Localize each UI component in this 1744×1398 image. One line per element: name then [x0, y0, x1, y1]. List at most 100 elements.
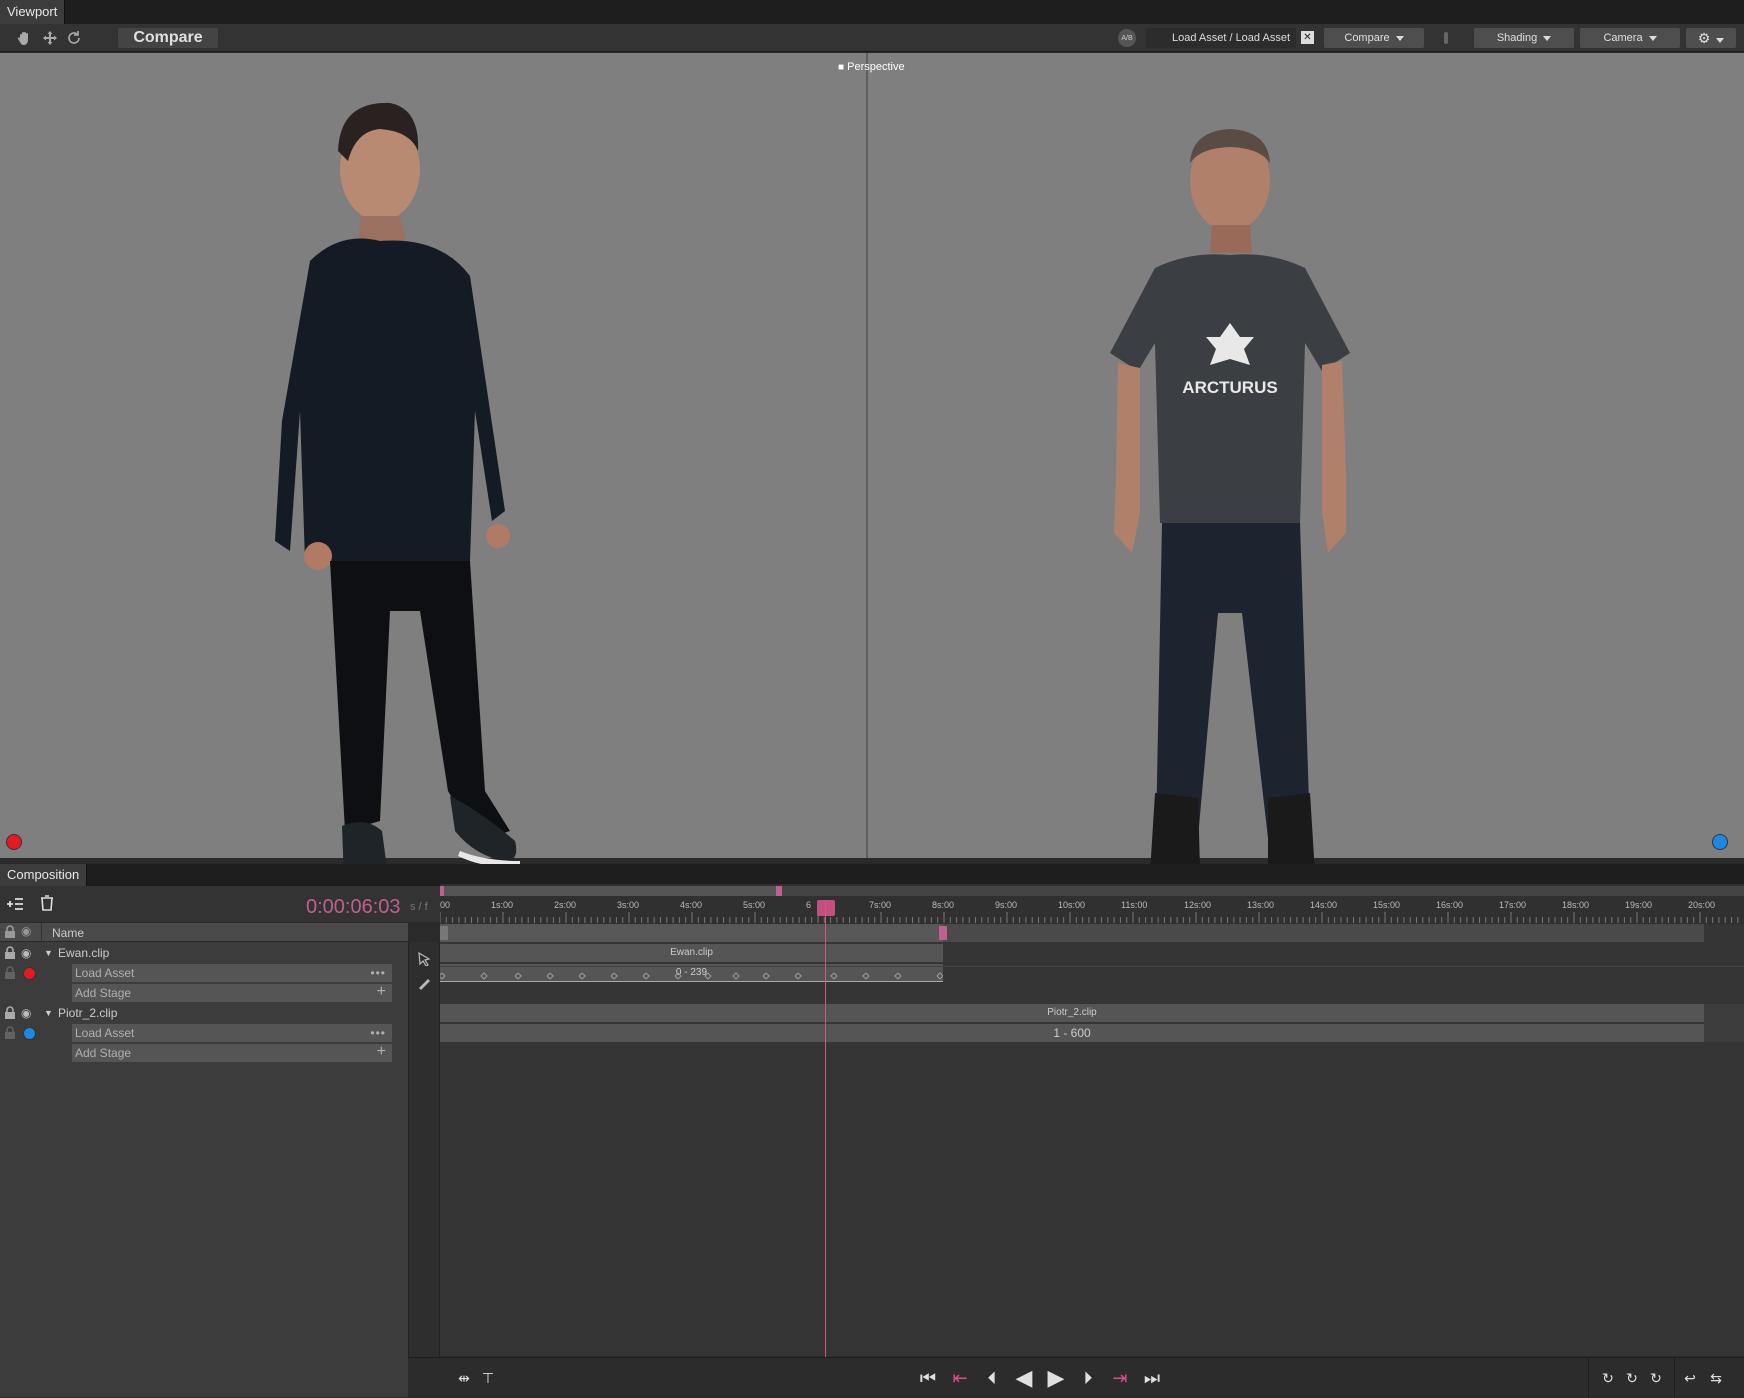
stage-label: Load Asset — [75, 966, 135, 980]
keyframe-marker — [610, 972, 618, 980]
ruler-label: 7s:00 — [869, 900, 892, 910]
stage-row-piotr-add[interactable]: Add Stage + — [0, 1043, 408, 1063]
work-area-end[interactable] — [939, 926, 947, 940]
snap-keyframe-icon[interactable]: ↻ — [1620, 1367, 1644, 1389]
piotr-clip-bar[interactable]: Piotr_2.clip — [440, 1004, 1704, 1022]
header-divider — [41, 923, 42, 942]
range-start-handle[interactable] — [440, 886, 444, 896]
eye-icon[interactable]: ◉ — [21, 924, 31, 938]
lock-icon[interactable] — [4, 925, 16, 942]
go-to-end-icon[interactable]: ⏭ — [1140, 1367, 1164, 1389]
go-to-out-point-icon[interactable]: ⇥ — [1108, 1367, 1132, 1389]
timeline-visible-range[interactable] — [440, 886, 780, 896]
keyframe-marker — [830, 972, 838, 980]
keyframe-marker — [440, 972, 446, 980]
select-cursor-icon[interactable] — [417, 951, 431, 969]
keyframe-marker — [936, 972, 943, 980]
eye-icon[interactable]: ◉ — [21, 943, 31, 963]
compare-dropdown[interactable]: Compare — [1324, 28, 1424, 48]
keyframe-marker — [862, 972, 870, 980]
piotr-range-bar[interactable]: 1 - 600 — [440, 1024, 1704, 1042]
playback-bar: ⇹ ⊤ ⏮ ⇤ ⏴ ◀ ▶ ⏵ ⇥ ⏭ ↻ ↻ ↻ ↩ ⇆ — [408, 1357, 1744, 1398]
fit-width-icon[interactable]: ⇹ — [452, 1367, 476, 1389]
go-to-in-point-icon[interactable]: ⇤ — [948, 1367, 972, 1389]
right-marker-dot — [1712, 834, 1728, 850]
next-frame-icon[interactable]: ⏵ — [1076, 1367, 1100, 1389]
composition-tab[interactable]: Composition — [0, 864, 88, 886]
keyframe-marker — [480, 972, 488, 980]
add-track-icon[interactable] — [6, 896, 24, 917]
3d-viewport[interactable]: ■ Perspective ARCTURUS — [0, 53, 1744, 890]
snap-icon[interactable]: ↻ — [1596, 1367, 1620, 1389]
load-asset-stage[interactable]: Load Asset ••• — [72, 1024, 392, 1042]
previous-frame-icon[interactable]: ⏴ — [980, 1367, 1004, 1389]
light-icon[interactable] — [1436, 28, 1456, 48]
razor-icon[interactable] — [417, 976, 431, 993]
viewport-tab[interactable]: Viewport — [0, 0, 66, 24]
chevron-down-icon — [1543, 35, 1552, 41]
ab-compare-icon[interactable]: A/B — [1118, 29, 1136, 47]
ping-pong-icon[interactable]: ⇆ — [1704, 1367, 1728, 1389]
expand-triangle-icon[interactable]: ▼ — [44, 1003, 53, 1023]
range-end-handle[interactable] — [776, 886, 782, 896]
track-row-ewan[interactable]: ◉ ▼ Ewan.clip — [0, 943, 408, 963]
track-row-piotr[interactable]: ◉ ▼ Piotr_2.clip — [0, 1003, 408, 1023]
fit-height-icon[interactable]: ⊤ — [476, 1367, 500, 1389]
add-stage-button[interactable]: Add Stage + — [72, 1043, 392, 1062]
expand-triangle-icon[interactable]: ▼ — [44, 943, 53, 963]
piotr-color-marker[interactable] — [23, 1027, 36, 1040]
ruler-label: 13s:00 — [1247, 900, 1275, 910]
hand-pan-icon[interactable] — [14, 28, 34, 48]
seconds-frames-toggle[interactable]: s / f — [410, 901, 428, 913]
shading-dropdown[interactable]: Shading — [1474, 28, 1574, 48]
work-area-start[interactable] — [440, 926, 448, 940]
add-stage-button[interactable]: Add Stage + — [72, 983, 392, 1002]
ruler-ticks — [440, 912, 1739, 923]
timeline-tool-gutter — [408, 942, 440, 1357]
ewan-keyframes — [440, 972, 943, 980]
playhead-line[interactable] — [825, 900, 826, 1357]
ruler-label: 14s:00 — [1310, 900, 1338, 910]
plus-icon[interactable]: + — [377, 983, 386, 1001]
ruler-label: 19s:00 — [1625, 900, 1653, 910]
ruler-label: 3s:00 — [617, 900, 640, 910]
play-icon[interactable]: ▶ — [1044, 1365, 1068, 1390]
track-name-ewan: Ewan.clip — [58, 946, 110, 960]
ewan-work-area[interactable] — [440, 924, 943, 942]
snap-marker-icon[interactable]: ↻ — [1644, 1367, 1668, 1389]
ruler-label: 9s:00 — [995, 900, 1018, 910]
more-options-icon[interactable]: ••• — [370, 964, 386, 982]
settings-dropdown[interactable]: ⚙ — [1686, 28, 1736, 48]
timeline-tracks[interactable]: Ewan.clip 0 - 239 Piotr_2.clip 1 - 600 — [440, 924, 1744, 1356]
camera-dropdown[interactable]: Camera — [1580, 28, 1680, 48]
keyframe-marker — [704, 972, 712, 980]
play-reverse-icon[interactable]: ◀ — [1012, 1365, 1036, 1390]
ewan-clip-bar[interactable]: Ewan.clip — [440, 944, 943, 962]
ewan-color-marker[interactable] — [23, 967, 36, 980]
shading-dropdown-label: Shading — [1496, 32, 1538, 44]
eye-icon[interactable]: ◉ — [21, 1003, 31, 1023]
stage-row-ewan-add[interactable]: Add Stage + — [0, 983, 408, 1003]
timeline-ruler[interactable]: 00 1s:00 2s:00 3s:00 4s:00 5s:00 6 7s:00 8s:00 9s… — [440, 884, 1744, 924]
trash-icon[interactable] — [40, 895, 54, 914]
move-icon[interactable] — [40, 28, 60, 48]
stage-row-piotr-load[interactable]: Load Asset ••• — [0, 1023, 408, 1043]
go-to-start-icon[interactable]: ⏮ — [916, 1367, 940, 1389]
close-selection-icon[interactable]: ✕ — [1301, 31, 1314, 44]
ruler-label: 17s:00 — [1499, 900, 1527, 910]
left-marker-dot — [6, 834, 22, 850]
camera-label[interactable]: ■ Perspective — [838, 61, 905, 73]
chevron-down-icon — [1395, 35, 1404, 41]
current-timecode[interactable]: 0:00:06:03 — [306, 896, 401, 919]
rotate-icon[interactable] — [64, 28, 84, 48]
playhead-handle[interactable] — [817, 900, 835, 916]
stage-row-ewan-load[interactable]: Load Asset ••• — [0, 963, 408, 983]
ruler-label: 2s:00 — [554, 900, 577, 910]
load-asset-stage[interactable]: Load Asset ••• — [72, 964, 392, 982]
loop-icon[interactable]: ↩ — [1678, 1367, 1702, 1389]
plus-icon[interactable]: + — [377, 1043, 386, 1061]
ruler-label: 1s:00 — [491, 900, 514, 910]
compare-split-divider[interactable] — [866, 53, 868, 858]
load-asset-selector[interactable]: Load Asset / Load Asset — [1146, 28, 1296, 48]
more-options-icon[interactable]: ••• — [370, 1024, 386, 1042]
